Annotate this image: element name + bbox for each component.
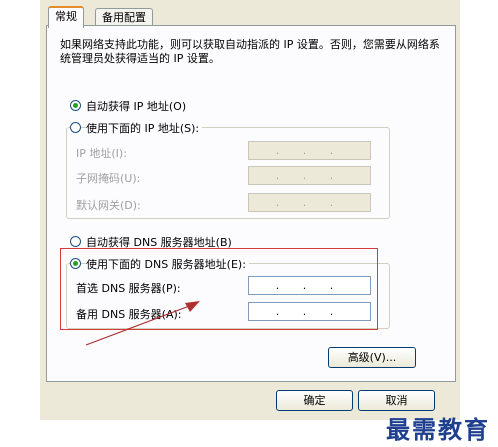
ok-button[interactable]: 确定 <box>276 390 353 411</box>
tab-general-label: 常规 <box>55 10 77 23</box>
description-text: 如果网络支持此功能，则可以获取自动指派的 IP 设置。否则，您需要从网络系统管理… <box>60 38 440 65</box>
subnet-mask-field[interactable]: . . . <box>248 166 371 185</box>
dns-auto-radio[interactable] <box>70 236 81 247</box>
subnet-mask-label: 子网掩码(U): <box>76 172 141 185</box>
ip-address-field[interactable]: . . . <box>248 141 371 160</box>
arrow-head <box>185 301 200 312</box>
advanced-button[interactable]: 高级(V)... <box>328 347 416 368</box>
default-gateway-field[interactable]: . . . <box>248 193 371 212</box>
ip-address-label: IP 地址(I): <box>76 147 127 160</box>
cancel-button[interactable]: 取消 <box>358 390 435 411</box>
ip-manual-radio[interactable] <box>70 122 81 133</box>
ip-manual-label: 使用下面的 IP 地址(S): <box>86 120 203 136</box>
annotation-arrow <box>85 301 200 346</box>
ip-auto-radio[interactable] <box>70 100 81 111</box>
ip-auto-label: 自动获得 IP 地址(O) <box>86 100 187 113</box>
arrow-line <box>85 304 193 346</box>
watermark-logo: 最需教育 <box>386 415 490 444</box>
ip-auto-radio-dot <box>73 103 78 108</box>
tab-general[interactable]: 常规 <box>48 6 84 28</box>
tab-alternate-label: 备用配置 <box>102 11 146 24</box>
default-gateway-label: 默认网关(D): <box>76 199 141 212</box>
